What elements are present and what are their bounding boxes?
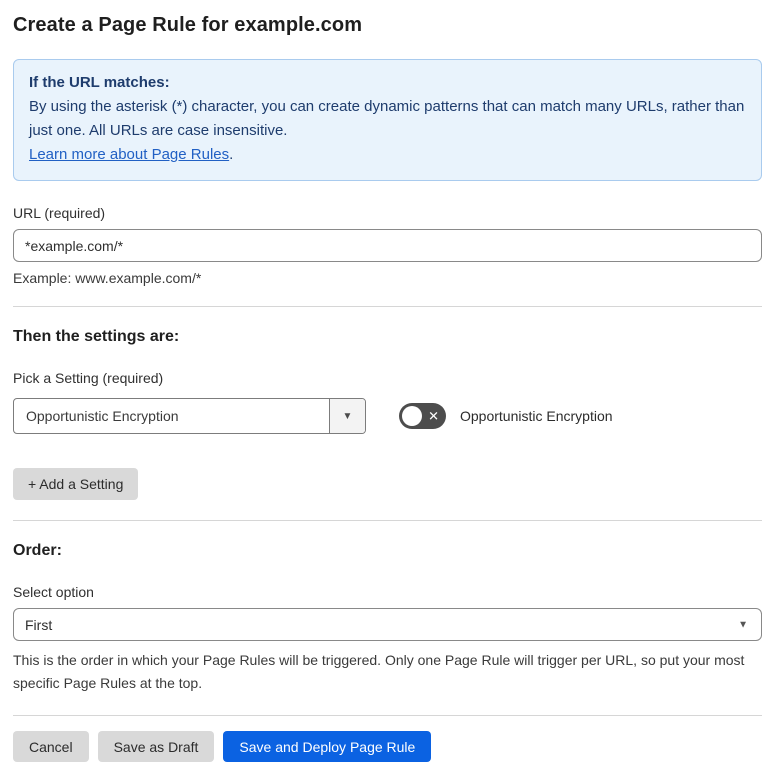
add-setting-button[interactable]: + Add a Setting — [13, 468, 139, 500]
chevron-down-icon: ▼ — [738, 619, 748, 630]
pick-setting-label: Pick a Setting (required) — [13, 370, 164, 386]
page-title: Create a Page Rule for example.com — [13, 14, 363, 36]
url-example-helper: Example: www.example.com/* — [13, 270, 202, 286]
opportunistic-encryption-toggle[interactable]: ✕ — [399, 403, 446, 429]
link-suffix-text: . — [229, 146, 234, 163]
setting-toggle-group: ✕ Opportunistic Encryption — [399, 403, 613, 429]
order-section-heading: Order: — [13, 542, 62, 559]
setting-select[interactable]: Opportunistic Encryption ▼ — [13, 398, 366, 434]
cancel-button[interactable]: Cancel — [13, 731, 89, 762]
order-select-value: First — [25, 616, 53, 633]
toggle-off-x-icon: ✕ — [428, 408, 439, 424]
section-divider — [13, 306, 762, 307]
url-input[interactable] — [13, 229, 762, 262]
section-divider — [13, 520, 762, 521]
settings-section-heading: Then the settings are: — [13, 328, 180, 345]
save-as-draft-button[interactable]: Save as Draft — [97, 731, 215, 762]
info-box-heading: If the URL matches: — [29, 74, 170, 91]
info-box-link-row: Learn more about Page Rules. — [29, 143, 746, 167]
order-select-label: Select option — [13, 584, 94, 600]
toggle-label: Opportunistic Encryption — [460, 408, 613, 424]
setting-row: Opportunistic Encryption ▼ ✕ Opportunist… — [13, 398, 762, 434]
create-page-rule-form: Create a Page Rule for example.com If th… — [0, 0, 775, 782]
setting-select-value: Opportunistic Encryption — [26, 408, 179, 424]
order-select[interactable]: First ▼ — [13, 608, 762, 641]
section-divider — [13, 715, 762, 716]
info-box-body: By using the asterisk (*) character, you… — [29, 98, 745, 139]
url-field-label: URL (required) — [13, 205, 106, 221]
toggle-knob — [402, 406, 422, 426]
url-match-info-box: If the URL matches: By using the asteris… — [13, 59, 762, 181]
footer-actions: Cancel Save as Draft Save and Deploy Pag… — [13, 731, 762, 762]
chevron-down-icon: ▼ — [342, 410, 353, 422]
setting-select-arrow-button[interactable]: ▼ — [329, 399, 365, 433]
order-description: This is the order in which your Page Rul… — [13, 652, 745, 691]
learn-more-link[interactable]: Learn more about Page Rules — [29, 146, 229, 163]
save-and-deploy-button[interactable]: Save and Deploy Page Rule — [223, 731, 432, 762]
